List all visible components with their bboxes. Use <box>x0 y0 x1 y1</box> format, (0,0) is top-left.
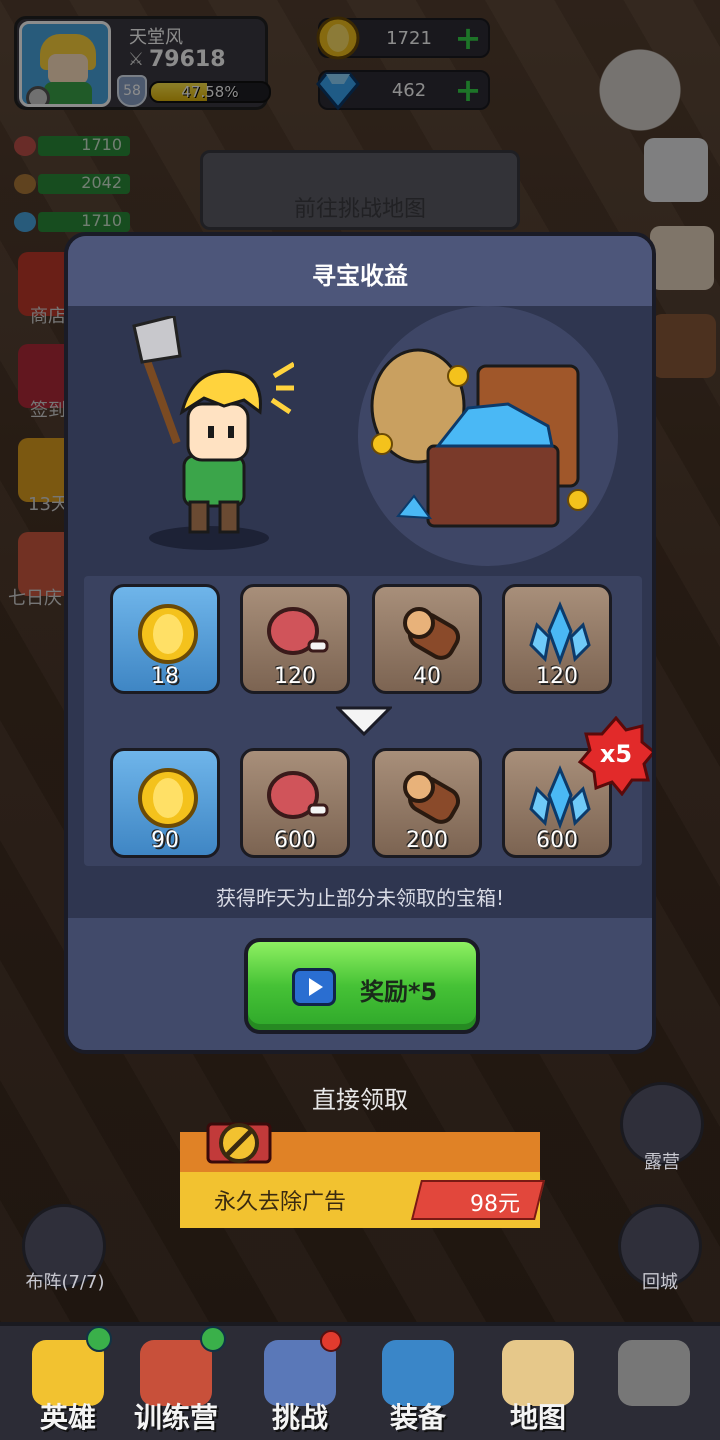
reward-amount: 120 <box>274 664 316 689</box>
nav-map[interactable]: 地图 <box>474 1326 602 1440</box>
return-city-label: 回城 <box>642 1272 678 1293</box>
direct-claim-button[interactable]: 直接领取 <box>0 1080 720 1115</box>
remove-ads-label: 永久去除广告 <box>214 1190 347 1215</box>
reward-amount: 200 <box>406 828 448 853</box>
reward-amount: 40 <box>413 664 441 689</box>
upgrade-arrow-icon <box>200 1326 226 1352</box>
crystal-icon <box>529 601 591 666</box>
reward-slot-gold[interactable]: 18 <box>110 584 220 694</box>
nav-equipment[interactable]: 装备 <box>354 1326 482 1440</box>
meat-icon <box>267 607 329 655</box>
reward-amount: 90 <box>151 828 179 853</box>
boosted-reward-slot-wood[interactable]: 200 <box>372 748 482 858</box>
boosted-reward-slot-meat[interactable]: 600 <box>240 748 350 858</box>
treasure-rewards-dialog: 寻宝收益 18 120 40 120 90 600 200 600 x5 获得昨… <box>64 232 656 1054</box>
wood-log-icon <box>403 607 461 660</box>
bottom-navigation: 英雄 训练营 挑战 装备 地图 <box>0 1322 720 1440</box>
reward-amount: 18 <box>151 664 179 689</box>
treasure-chest-illustration <box>358 306 618 566</box>
multiplier-badge: x5 <box>576 715 652 797</box>
nav-challenge[interactable]: 挑战 <box>236 1326 364 1440</box>
reward-amount: 600 <box>274 828 316 853</box>
play-video-icon <box>292 968 336 1006</box>
reward-slot-crystal[interactable]: 120 <box>502 584 612 694</box>
reward-slot-meat[interactable]: 120 <box>240 584 350 694</box>
reward-slot-wood[interactable]: 40 <box>372 584 482 694</box>
watch-ad-reward-button[interactable]: 奖励*5 <box>244 938 480 1034</box>
multiplier-text: x5 <box>599 740 633 768</box>
camp-label: 露营 <box>644 1152 680 1173</box>
arrow-down-icon <box>336 706 392 736</box>
remove-ads-price: 98元 <box>470 1192 520 1217</box>
reward-button-label: 奖励*5 <box>360 978 438 1006</box>
formation-label: 布阵(7/7) <box>25 1272 105 1293</box>
boosted-reward-slot-gold[interactable]: 90 <box>110 748 220 858</box>
gold-coin-icon <box>138 768 198 828</box>
meat-icon <box>267 771 329 819</box>
reward-amount: 120 <box>536 664 578 689</box>
remove-ads-offer[interactable]: 永久去除广告 98元 <box>180 1122 545 1228</box>
dialog-title: 寻宝收益 <box>312 262 408 290</box>
notification-dot <box>320 1330 342 1352</box>
wood-log-icon <box>403 771 461 824</box>
reward-amount: 600 <box>536 828 578 853</box>
nav-locked[interactable] <box>590 1326 718 1440</box>
no-ads-icon <box>206 1122 272 1164</box>
gold-coin-icon <box>138 604 198 664</box>
dialog-note: 获得昨天为止部分未领取的宝箱! <box>215 886 505 910</box>
nav-training-camp[interactable]: 训练营 <box>112 1326 240 1440</box>
upgrade-arrow-icon <box>86 1326 112 1352</box>
locked-icon <box>618 1340 690 1406</box>
hero-with-axe-illustration <box>132 316 294 550</box>
